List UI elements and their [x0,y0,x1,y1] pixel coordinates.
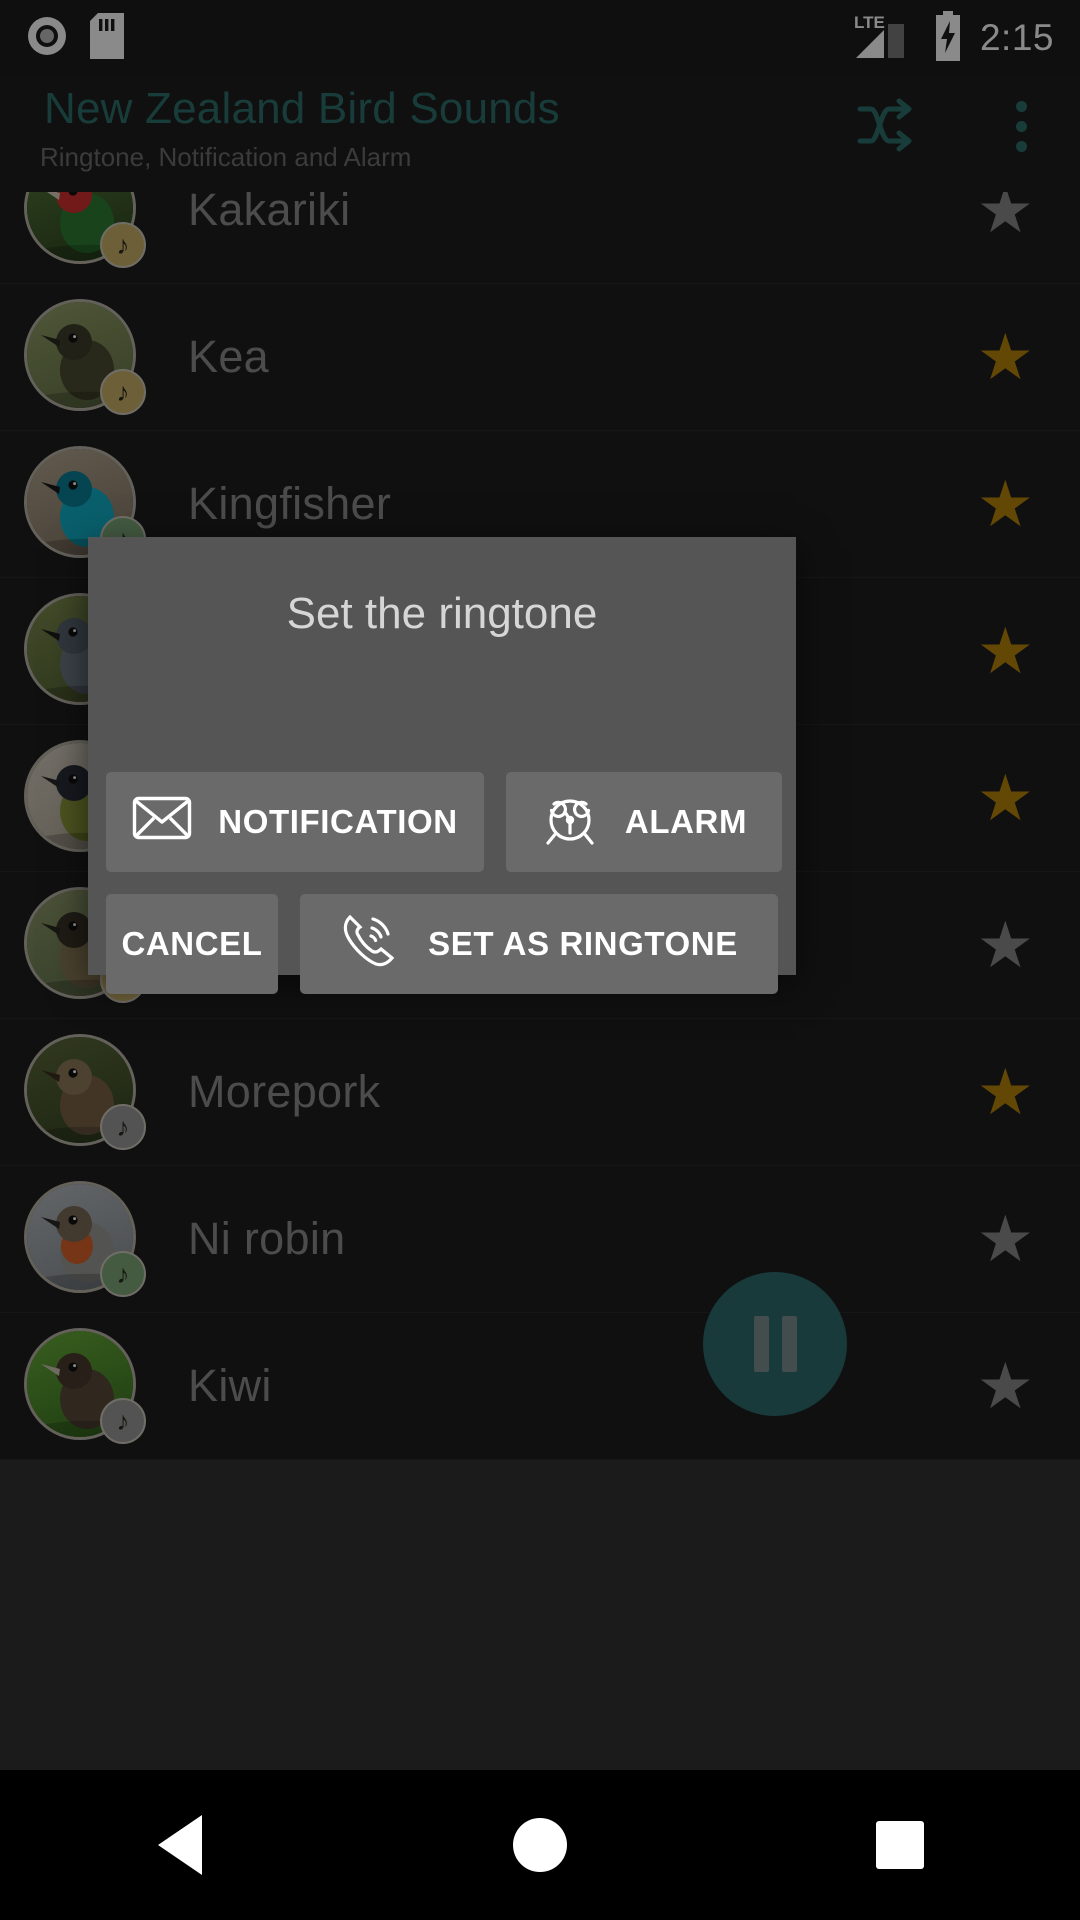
alarm-button[interactable]: ALARM [506,772,782,872]
dialog-title: Set the ringtone [88,589,796,639]
notification-button-label: NOTIFICATION [218,803,457,841]
home-nav-icon[interactable] [360,1818,720,1872]
set-as-ringtone-button-label: SET AS RINGTONE [428,925,738,963]
alarm-clock-icon [541,789,599,855]
cancel-button[interactable]: CANCEL [106,894,278,994]
set-ringtone-dialog: Set the ringtone NOTIFICATION [88,537,796,975]
alarm-button-label: ALARM [625,803,747,841]
phone-ringing-icon [340,911,402,977]
notification-button[interactable]: NOTIFICATION [106,772,484,872]
dialog-button-row-secondary: CANCEL SET AS RINGTONE [88,894,796,994]
dialog-button-row-primary: NOTIFICATION ALARM [88,772,796,872]
recents-nav-icon[interactable] [720,1821,1080,1869]
cancel-button-label: CANCEL [121,925,262,963]
set-as-ringtone-button[interactable]: SET AS RINGTONE [300,894,778,994]
system-navigation-bar [0,1770,1080,1920]
back-nav-icon[interactable] [0,1815,360,1875]
envelope-icon [132,796,192,848]
